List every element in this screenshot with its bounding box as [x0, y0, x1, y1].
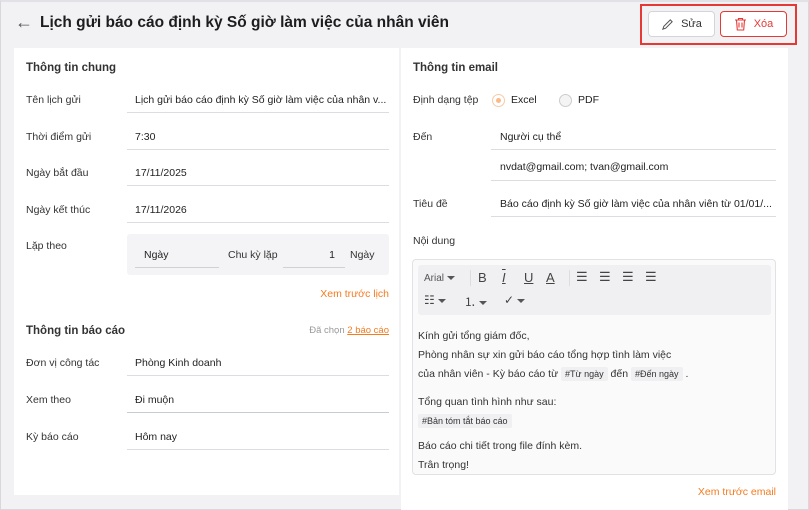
subject-label: Tiêu đề: [413, 198, 448, 210]
format-label: Định dạng tệp: [413, 94, 479, 106]
bullet-list-icon[interactable]: ☷: [424, 293, 446, 307]
radio-excel[interactable]: [492, 94, 505, 107]
align-left-icon[interactable]: ☰: [576, 269, 588, 285]
body-line: #Bản tóm tắt báo cáo: [418, 412, 688, 431]
selected-reports: Đã chọn 2 báo cáo: [309, 325, 389, 336]
page-title: Lịch gửi báo cáo định kỳ Số giờ làm việc…: [40, 14, 449, 31]
tag-from-date: #Từ ngày: [561, 367, 608, 381]
send-time-value[interactable]: 7:30: [135, 131, 155, 143]
body-line: của nhân viên - Kỳ báo cáo từ #Từ ngày đ…: [418, 365, 688, 386]
field-label: Ngày bắt đầu: [26, 167, 89, 179]
edit-button[interactable]: Sửa: [648, 11, 715, 37]
font-name[interactable]: Arial: [424, 273, 444, 284]
body-text: của nhân viên - Kỳ báo cáo từ: [418, 368, 559, 380]
body-text: .: [685, 368, 689, 380]
align-justify-icon[interactable]: ☰: [645, 269, 657, 285]
numbered-list-icon[interactable]: ⒈: [464, 293, 488, 310]
body-line: Trân trọng!: [418, 459, 469, 471]
editor-body[interactable]: Kính gửi tổng giám đốc, Phòng nhân sự xi…: [418, 327, 688, 475]
selected-prefix: Đã chọn: [309, 325, 345, 336]
body-line: Tổng quan tình hình như sau:: [418, 396, 557, 408]
underline-icon[interactable]: U: [524, 270, 533, 285]
body-line: Kính gửi tổng giám đốc,: [418, 330, 530, 342]
recipient-type-select[interactable]: Người cụ thể: [500, 131, 561, 143]
align-center-icon[interactable]: ☰: [599, 269, 611, 285]
field-label: Tên lịch gửi: [26, 94, 81, 106]
tag-summary: #Bản tóm tắt báo cáo: [418, 414, 512, 428]
field-label: Ngày kết thúc: [26, 204, 91, 216]
selected-count[interactable]: 2 báo cáo: [347, 325, 389, 336]
to-label: Đến: [413, 131, 433, 143]
pencil-icon: [662, 18, 673, 30]
cycle-unit: Ngày: [350, 249, 375, 261]
repeat-unit-select[interactable]: Ngày: [144, 249, 169, 261]
department-value[interactable]: Phòng Kinh doanh: [135, 357, 221, 369]
report-period-value[interactable]: Hôm nay: [135, 431, 177, 443]
subject-input[interactable]: Báo cáo định kỳ Số giờ làm việc của nhân…: [500, 198, 772, 210]
body-line: Báo cáo chi tiết trong file đính kèm.: [418, 440, 583, 452]
view-by-value[interactable]: Đi muộn: [135, 394, 174, 406]
content-label: Nội dung: [413, 235, 456, 247]
checklist-icon[interactable]: ✓: [504, 293, 526, 307]
field-label: Kỳ báo cáo: [26, 431, 79, 443]
start-date-value[interactable]: 17/11/2025: [135, 167, 187, 179]
schedule-name-value[interactable]: Lịch gửi báo cáo định kỳ Số giờ làm việc…: [135, 94, 386, 106]
cycle-label: Chu kỳ lặp: [228, 249, 278, 261]
radio-pdf-label[interactable]: PDF: [578, 94, 599, 106]
selected-reports-link[interactable]: 2 báo cáo: [347, 325, 389, 336]
email-heading: Thông tin email: [413, 62, 498, 74]
tag-to-date: #Đến ngày: [630, 367, 683, 381]
font-select[interactable]: Arial: [424, 273, 456, 284]
body-text: đến: [610, 368, 629, 380]
delete-label: Xóa: [753, 18, 774, 30]
preview-schedule-link[interactable]: Xem trước lịch: [320, 288, 389, 300]
radio-pdf[interactable]: [559, 94, 572, 107]
caret-down-icon: [447, 276, 456, 281]
field-label: Xem theo: [26, 394, 71, 406]
general-heading: Thông tin chung: [26, 62, 117, 74]
preview-email-link[interactable]: Xem trước email: [698, 486, 776, 498]
body-line: Phòng nhân sự xin gửi báo cáo tổng hợp t…: [418, 349, 672, 361]
edit-label: Sửa: [681, 18, 702, 30]
field-label: Thời điểm gửi: [26, 131, 92, 143]
recipient-emails-input[interactable]: nvdat@gmail.com; tvan@gmail.com: [500, 161, 668, 173]
align-right-icon[interactable]: ☰: [622, 269, 634, 285]
field-label: Đơn vị công tác: [26, 357, 100, 369]
bold-icon[interactable]: B: [478, 270, 487, 285]
delete-button[interactable]: Xóa: [720, 11, 787, 37]
repeat-label: Lặp theo: [26, 240, 67, 252]
back-arrow-icon[interactable]: ←: [15, 12, 33, 33]
report-heading: Thông tin báo cáo: [26, 325, 126, 337]
font-color-icon[interactable]: A: [546, 270, 555, 285]
end-date-value[interactable]: 17/11/2026: [135, 204, 187, 216]
cycle-input[interactable]: 1: [283, 249, 335, 261]
trash-icon: [734, 17, 746, 31]
italic-icon[interactable]: I: [502, 270, 506, 285]
radio-excel-label[interactable]: Excel: [511, 94, 537, 106]
